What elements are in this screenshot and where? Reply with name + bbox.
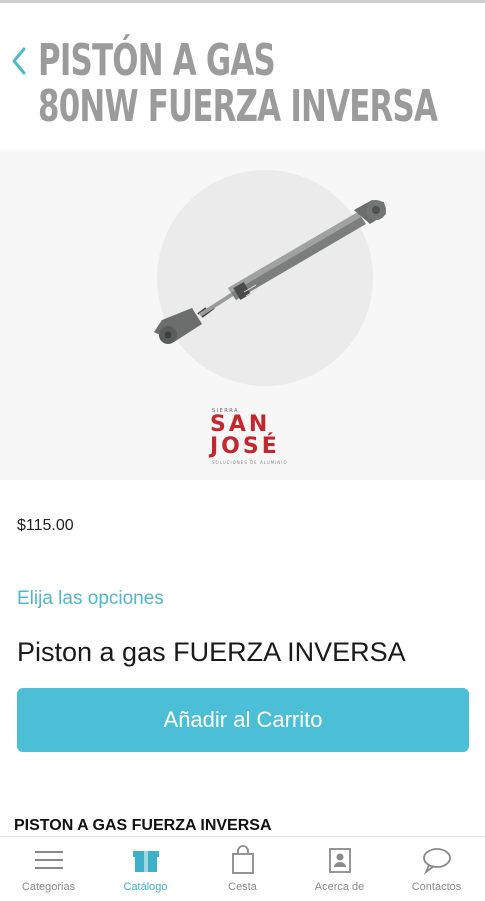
tab-categorias[interactable]: Categorias	[0, 837, 97, 901]
brand-tagline: SOLUCIONES DE ALUMINIO	[212, 460, 288, 465]
top-divider	[0, 0, 485, 3]
title-line-1: PISTÓN A GAS	[38, 35, 276, 86]
gas-piston-image	[154, 200, 386, 344]
product-price: $115.00	[17, 517, 74, 534]
description-heading: PISTON A GAS FUERZA INVERSA	[14, 817, 272, 834]
tab-label: Categorias	[21, 881, 76, 893]
tab-label: Contactos	[411, 881, 462, 893]
box-icon	[132, 851, 159, 872]
brand-logo: SIERRA SAN JOSÉ SOLUCIONES DE ALUMINIO	[200, 402, 290, 472]
contact-card-icon	[328, 848, 351, 873]
back-chevron-icon[interactable]	[8, 44, 30, 78]
tab-label: Cesta	[228, 881, 257, 893]
tab-contactos[interactable]: Contactos	[388, 837, 485, 901]
tab-label: Acerca de	[314, 881, 365, 893]
tab-catalogo[interactable]: Catálogo	[97, 837, 194, 901]
bag-icon	[231, 845, 254, 874]
options-label: Elija las opciones	[17, 588, 164, 609]
chat-bubble-icon	[422, 848, 451, 875]
title-line-2: 80NW FUERZA INVERSA	[38, 81, 438, 132]
page-title: PISTÓN A GAS 80NW FUERZA INVERSA	[38, 35, 438, 132]
tab-cesta[interactable]: Cesta	[194, 837, 291, 901]
brand-line-1: SAN	[210, 412, 271, 437]
tab-label: Catálogo	[123, 881, 168, 893]
option-selector[interactable]: Piston a gas FUERZA INVERSA	[17, 637, 406, 668]
brand-line-2: JOSÉ	[210, 434, 280, 459]
bottom-tab-bar: Categorias Catálogo Cesta Acerca de Cont…	[0, 836, 485, 901]
tab-acerca[interactable]: Acerca de	[291, 837, 388, 901]
add-to-cart-button[interactable]: Añadir al Carrito	[17, 688, 469, 752]
menu-icon	[34, 851, 63, 869]
